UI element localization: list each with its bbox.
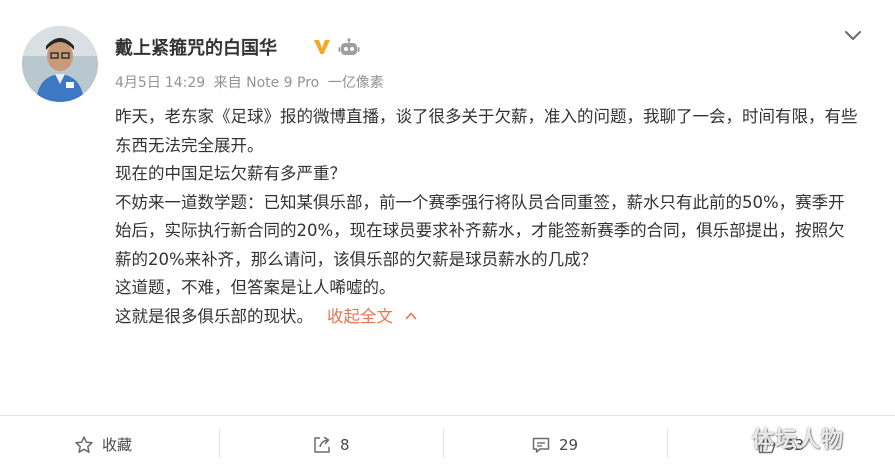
action-separator <box>219 428 220 458</box>
post-time[interactable]: 14:29 <box>165 75 205 91</box>
post-paragraph: 现在的中国足坛欠薪有多严重？ <box>115 164 346 183</box>
author-name[interactable]: 戴上紧箍咒的白国华 <box>115 34 277 60</box>
post-device[interactable]: 一亿像素 <box>328 75 384 91</box>
favorite-button[interactable]: 收藏 <box>74 416 132 473</box>
watermark: 体坛人物 <box>752 428 845 453</box>
post-paragraph-text: 这就是很多俱乐部的现状。 <box>115 306 313 326</box>
post-date[interactable]: 4月5日 <box>115 75 161 91</box>
post-paragraph-last: 这就是很多俱乐部的现状。 收起全文 <box>115 303 860 332</box>
post-paragraph: 昨天，老东家《足球》报的微博直播，谈了很多关于欠薪，准入的问题，我聊了一会，时间… <box>115 107 858 155</box>
comment-count: 29 <box>559 435 579 454</box>
chevron-up-icon <box>405 312 417 319</box>
post-paragraph: 不妨来一道数学题：已知某俱乐部，前一个赛季强行将队员合同重签，薪水只有此前的50… <box>115 192 845 269</box>
repost-icon <box>314 436 330 453</box>
action-separator <box>667 428 668 458</box>
comment-button[interactable]: 29 <box>531 416 578 473</box>
favorite-label: 收藏 <box>102 436 133 454</box>
weibo-post-card: 戴上紧箍咒的白国华 4月5日 14:29 来自 Note 9 Pro 一亿像素 昨… <box>0 0 895 473</box>
collapse-label: 收起全文 <box>327 306 393 326</box>
post-meta: 4月5日 14:29 来自 Note 9 Pro 一亿像素 <box>115 72 388 92</box>
robot-badge-icon <box>338 38 360 55</box>
collapse-full-text-link[interactable]: 收起全文 <box>327 307 417 326</box>
action-separator <box>443 428 444 458</box>
verified-v-icon <box>314 40 330 54</box>
avatar[interactable] <box>22 26 98 102</box>
post-source: 来自 Note 9 Pro <box>213 75 320 91</box>
chevron-down-icon[interactable] <box>842 26 864 46</box>
repost-count: 8 <box>340 435 350 454</box>
post-body: 昨天，老东家《足球》报的微博直播，谈了很多关于欠薪，准入的问题，我聊了一会，时间… <box>115 103 860 331</box>
star-icon <box>75 435 93 453</box>
repost-button[interactable]: 8 <box>312 416 350 473</box>
post-paragraph: 这道题，不难，但答案是让人唏嘘的。 <box>115 278 396 297</box>
user-avatar-icon <box>22 26 98 102</box>
comment-icon <box>532 437 550 453</box>
